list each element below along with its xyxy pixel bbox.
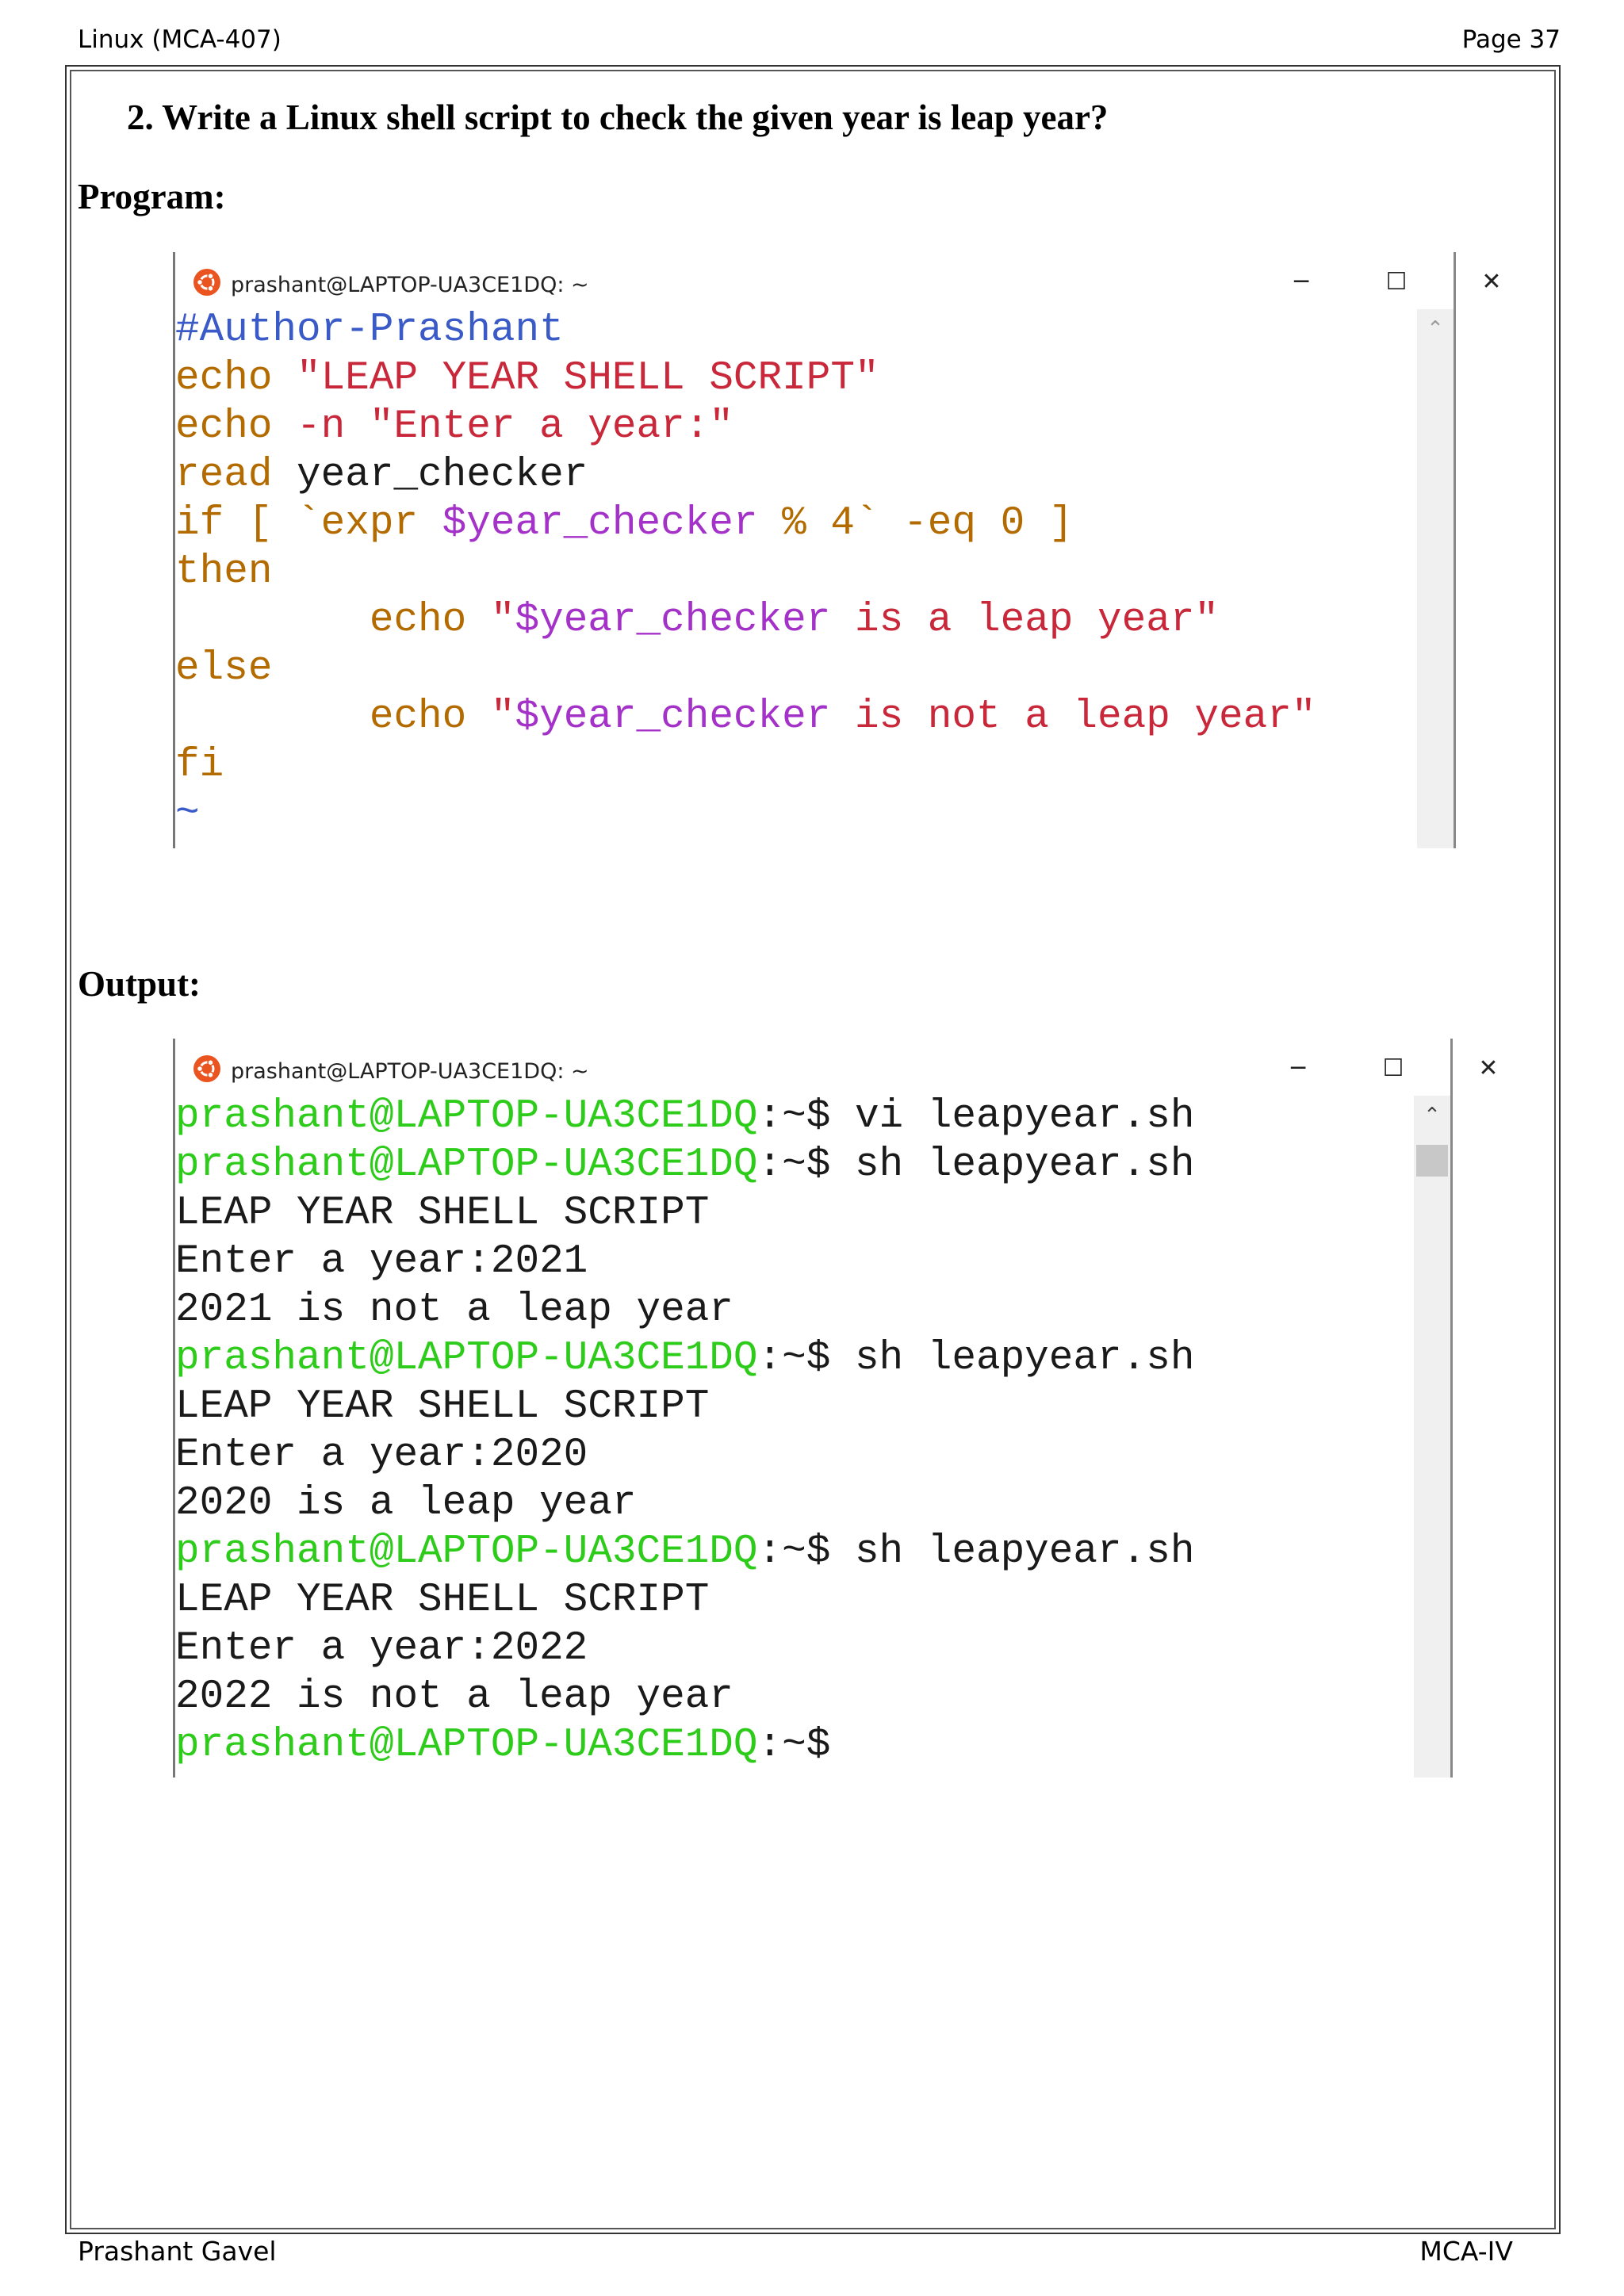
terminal-line: LEAP YEAR SHELL SCRIPT [175, 1383, 1194, 1431]
code-token: ~ [175, 791, 200, 836]
output-scrollbar[interactable]: ⌃ [1414, 1096, 1450, 1777]
output-window-titlebar: prashant@LAPTOP-UA3CE1DQ: ~ ─ ☐ ✕ [175, 1039, 1499, 1096]
maximize-button[interactable]: ☐ [1374, 262, 1419, 301]
minimize-button[interactable]: ─ [1279, 262, 1323, 301]
code-token: Enter a year:2022 [175, 1626, 588, 1671]
code-token: Enter a year:2020 [175, 1433, 588, 1478]
question-heading: 2. Write a Linux shell script to check t… [127, 98, 1109, 137]
code-token: LEAP YEAR SHELL SCRIPT [175, 1191, 710, 1236]
terminal-line: Enter a year:2022 [175, 1624, 1194, 1673]
maximize-button[interactable]: ☐ [1371, 1048, 1415, 1088]
output-terminal-window: prashant@LAPTOP-UA3CE1DQ: ~ ─ ☐ ✕ prasha… [173, 1039, 1499, 1777]
code-token: read [175, 453, 273, 498]
terminal-line: LEAP YEAR SHELL SCRIPT [175, 1576, 1194, 1624]
terminal-line: 2022 is not a leap year [175, 1673, 1194, 1721]
code-token: :~$ [757, 1723, 831, 1768]
close-button[interactable]: ✕ [1469, 262, 1514, 301]
scroll-up-arrow-icon[interactable]: ⌃ [1414, 1104, 1450, 1127]
minimize-button[interactable]: ─ [1276, 1048, 1320, 1088]
ubuntu-icon [193, 269, 220, 296]
code-token: prashant@LAPTOP-UA3CE1DQ [175, 1723, 758, 1768]
code-token: LEAP YEAR SHELL SCRIPT [175, 1384, 710, 1429]
output-terminal-text[interactable]: prashant@LAPTOP-UA3CE1DQ:~$ vi leapyear.… [175, 1093, 1194, 1770]
code-line: if [ `expr $year_checker % 4` -eq 0 ] [175, 499, 1316, 548]
code-token: $year_checker [442, 501, 758, 546]
code-line: echo -n "Enter a year:" [175, 403, 1316, 451]
code-token: year_checker [272, 453, 588, 498]
output-label: Output: [78, 964, 201, 1004]
code-line: ~ [175, 790, 1316, 838]
terminal-line: Enter a year:2020 [175, 1431, 1194, 1479]
code-token: prashant@LAPTOP-UA3CE1DQ [175, 1529, 758, 1575]
code-token: prashant@LAPTOP-UA3CE1DQ [175, 1094, 758, 1139]
code-line: #Author-Prashant [175, 306, 1316, 354]
code-token: " [466, 598, 515, 643]
terminal-line: LEAP YEAR SHELL SCRIPT [175, 1189, 1194, 1238]
program-window-title: prashant@LAPTOP-UA3CE1DQ: ~ [231, 273, 589, 297]
code-token: $year_checker [515, 695, 831, 740]
footer-author: Prashant Gavel [78, 2236, 277, 2267]
code-token: else [175, 646, 273, 691]
code-token: Enter a year:2021 [175, 1239, 588, 1284]
code-token: echo [369, 695, 467, 740]
code-token: :~$ vi leapyear.sh [757, 1094, 1195, 1139]
code-line: echo "LEAP YEAR SHELL SCRIPT" [175, 354, 1316, 403]
code-token: echo [175, 404, 273, 450]
code-token: :~$ sh leapyear.sh [757, 1336, 1195, 1381]
code-token: -n "Enter a year:" [297, 404, 733, 450]
code-token: if [ `expr [175, 501, 442, 546]
code-token: is not a leap year" [830, 695, 1316, 740]
code-token: #Author-Prashant [175, 308, 564, 353]
code-token: $year_checker [515, 598, 831, 643]
code-token: % 4` -eq 0 ] [757, 501, 1074, 546]
code-line: echo "$year_checker is a leap year" [175, 596, 1316, 645]
code-line: read year_checker [175, 451, 1316, 499]
code-token: 2022 is not a leap year [175, 1674, 733, 1720]
terminal-line: Enter a year:2021 [175, 1238, 1194, 1286]
code-line: else [175, 645, 1316, 693]
code-token: is a leap year" [830, 598, 1220, 643]
program-scrollbar[interactable]: ⌃ [1417, 309, 1454, 848]
code-token: prashant@LAPTOP-UA3CE1DQ [175, 1142, 758, 1188]
program-window-titlebar: prashant@LAPTOP-UA3CE1DQ: ~ ─ ☐ ✕ [175, 252, 1502, 309]
ubuntu-icon [193, 1055, 220, 1082]
terminal-line: prashant@LAPTOP-UA3CE1DQ:~$ [175, 1721, 1194, 1770]
code-token: echo [175, 356, 273, 401]
program-terminal-window: prashant@LAPTOP-UA3CE1DQ: ~ ─ ☐ ✕ #Autho… [173, 252, 1502, 848]
code-token: then [175, 549, 273, 595]
code-token: 2020 is a leap year [175, 1481, 637, 1526]
output-window-title: prashant@LAPTOP-UA3CE1DQ: ~ [231, 1059, 589, 1084]
program-label: Program: [78, 177, 226, 216]
terminal-line: prashant@LAPTOP-UA3CE1DQ:~$ sh leapyear.… [175, 1528, 1194, 1576]
code-token: :~$ sh leapyear.sh [757, 1142, 1195, 1188]
header-page-number: Page 37 [1461, 25, 1561, 54]
terminal-line: 2020 is a leap year [175, 1479, 1194, 1528]
code-line: fi [175, 741, 1316, 790]
code-token: " [466, 695, 515, 740]
terminal-line: prashant@LAPTOP-UA3CE1DQ:~$ sh leapyear.… [175, 1141, 1194, 1189]
footer-class: MCA-IV [1419, 2236, 1513, 2267]
code-token: echo [369, 598, 467, 643]
code-token: fi [175, 743, 224, 788]
code-line: then [175, 548, 1316, 596]
terminal-line: prashant@LAPTOP-UA3CE1DQ:~$ sh leapyear.… [175, 1334, 1194, 1383]
code-line: echo "$year_checker is not a leap year" [175, 693, 1316, 741]
code-token: 2021 is not a leap year [175, 1288, 733, 1333]
program-code-area[interactable]: #Author-Prashant echo "LEAP YEAR SHELL SC… [175, 306, 1316, 838]
code-token: "LEAP YEAR SHELL SCRIPT" [297, 356, 879, 401]
code-token: :~$ sh leapyear.sh [757, 1529, 1195, 1575]
code-token: LEAP YEAR SHELL SCRIPT [175, 1578, 710, 1623]
close-button[interactable]: ✕ [1466, 1048, 1511, 1088]
header-course: Linux (MCA-407) [78, 25, 282, 54]
code-token: prashant@LAPTOP-UA3CE1DQ [175, 1336, 758, 1381]
scroll-up-arrow-icon[interactable]: ⌃ [1417, 317, 1454, 341]
terminal-line: 2021 is not a leap year [175, 1286, 1194, 1334]
terminal-line: prashant@LAPTOP-UA3CE1DQ:~$ vi leapyear.… [175, 1093, 1194, 1141]
scrollbar-thumb[interactable] [1416, 1145, 1448, 1177]
